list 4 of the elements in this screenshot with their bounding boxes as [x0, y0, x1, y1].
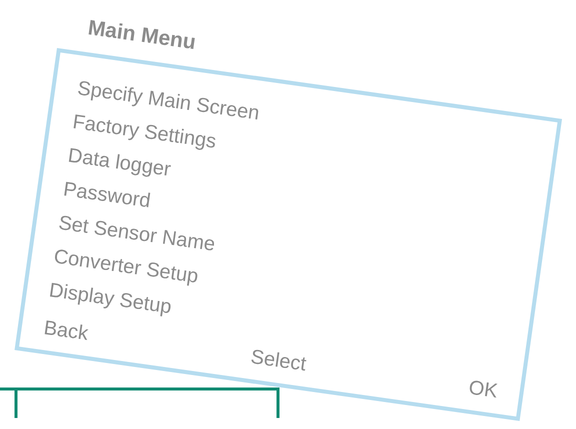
soft-key[interactable]: Select	[248, 343, 308, 379]
soft-key[interactable]: Back	[42, 314, 90, 348]
soft-key[interactable]: OK	[466, 374, 500, 406]
menu-title: Main Menu	[86, 15, 198, 56]
